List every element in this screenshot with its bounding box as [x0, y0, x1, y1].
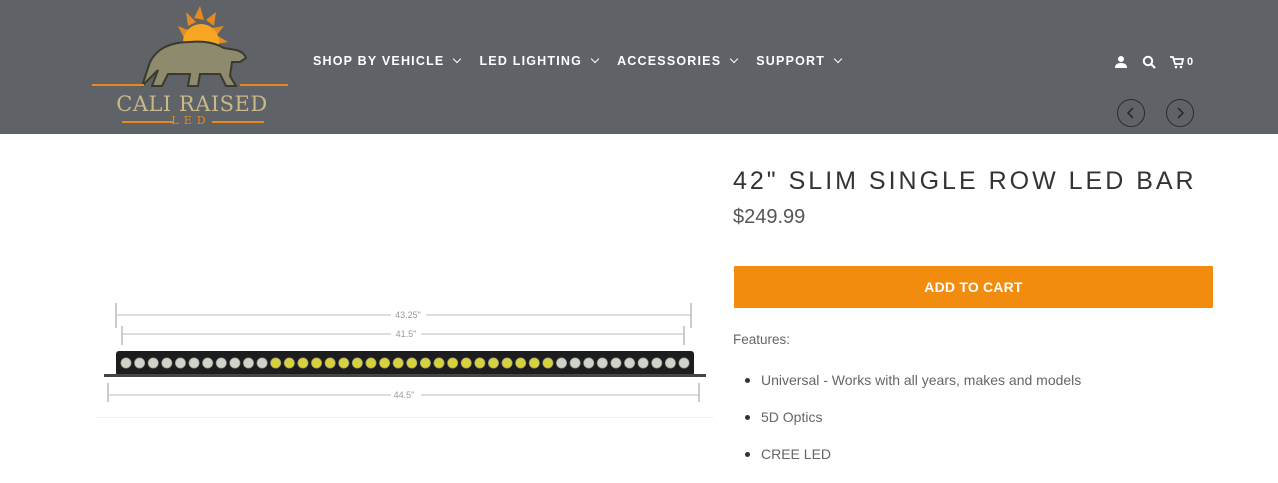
nav-item-label: LED LIGHTING [479, 54, 583, 68]
chevron-down-icon [833, 54, 843, 64]
image-thumbnail-strip [96, 418, 714, 473]
header-icons: 0 [1114, 55, 1193, 69]
chevron-down-icon [453, 54, 462, 64]
led-reflector [161, 357, 173, 369]
led-reflector [651, 357, 663, 369]
user-icon[interactable] [1114, 55, 1128, 69]
next-product-button[interactable] [1166, 99, 1194, 127]
led-reflector [528, 357, 540, 369]
led-reflector [447, 357, 459, 369]
product-image[interactable]: 43.25" 41.5" 44.5" [96, 140, 714, 473]
led-reflector [433, 357, 445, 369]
led-reflector [311, 357, 323, 369]
led-reflector [487, 357, 499, 369]
led-reflector [351, 357, 363, 369]
product-title: 42" SLIM SINGLE ROW LED BAR [733, 166, 1197, 195]
led-reflector [202, 357, 214, 369]
cart-count: 0 [1187, 56, 1194, 68]
led-reflector [297, 357, 309, 369]
led-reflector [324, 357, 336, 369]
brand-logo[interactable]: CALI RAISED LED [90, 4, 292, 130]
nav-item-label: ACCESSORIES [617, 54, 722, 68]
led-reflector [610, 357, 622, 369]
logo-wordmark: CALI RAISED [116, 92, 268, 116]
led-reflector [365, 357, 377, 369]
led-reflector [474, 357, 486, 369]
product-price: $249.99 [733, 206, 806, 228]
list-item: 5D Optics [733, 409, 1081, 446]
bear-sun-logo-icon [92, 6, 288, 87]
nav-item-label: SHOP BY VEHICLE [313, 54, 445, 68]
led-reflector [678, 357, 690, 369]
chevron-left-icon [1126, 107, 1134, 119]
led-reflector [515, 357, 527, 369]
led-reflector [120, 357, 132, 369]
cart-button[interactable]: 0 [1170, 55, 1193, 69]
chevron-right-icon [1177, 107, 1185, 119]
led-reflector [569, 357, 581, 369]
search-icon[interactable] [1142, 55, 1156, 69]
main-nav: SHOP BY VEHICLE LED LIGHTING ACCESSORIES… [313, 54, 860, 68]
led-reflector [406, 357, 418, 369]
led-reflector [379, 357, 391, 369]
chevron-down-icon [730, 54, 739, 64]
nav-item-led-lighting[interactable]: LED LIGHTING [479, 54, 600, 68]
dimension-overall: 43.25" [395, 310, 421, 320]
led-reflector [624, 357, 636, 369]
led-reflector [242, 357, 254, 369]
led-reflector [134, 357, 146, 369]
features-label: Features: [733, 332, 791, 347]
led-reflector [637, 357, 649, 369]
led-reflector [583, 357, 595, 369]
led-reflector [419, 357, 431, 369]
led-reflector [188, 357, 200, 369]
feature-list: Universal - Works with all years, makes … [733, 372, 1081, 483]
led-reflector [596, 357, 608, 369]
nav-item-support[interactable]: SUPPORT [756, 54, 843, 68]
chevron-down-icon [590, 54, 600, 64]
led-reflector [174, 357, 186, 369]
list-item: CREE LED [733, 446, 1081, 483]
led-reflector [147, 357, 159, 369]
prev-product-button[interactable] [1117, 99, 1145, 127]
led-reflector [556, 357, 568, 369]
led-reflector [501, 357, 513, 369]
led-reflector [542, 357, 554, 369]
led-reflector [270, 357, 282, 369]
cart-icon [1170, 56, 1184, 69]
logo-divider-right [212, 121, 264, 123]
nav-item-accessories[interactable]: ACCESSORIES [617, 54, 739, 68]
led-bar-image: 43.25" 41.5" 44.5" [104, 303, 706, 402]
dimension-inner: 41.5" [396, 329, 417, 339]
site-header: CALI RAISED LED SHOP BY VEHICLE LED LIGH… [0, 0, 1278, 134]
led-reflector [338, 357, 350, 369]
add-to-cart-button[interactable]: ADD TO CART [734, 266, 1213, 308]
led-reflector [392, 357, 404, 369]
nav-item-shop-by-vehicle[interactable]: SHOP BY VEHICLE [313, 54, 462, 68]
led-reflector [460, 357, 472, 369]
led-reflector [664, 357, 676, 369]
led-reflector [283, 357, 295, 369]
led-reflector [256, 357, 268, 369]
nav-item-label: SUPPORT [756, 54, 826, 68]
dimension-mount: 44.5" [394, 390, 415, 400]
led-reflector [215, 357, 227, 369]
list-item: Universal - Works with all years, makes … [733, 372, 1081, 409]
led-reflector [229, 357, 241, 369]
